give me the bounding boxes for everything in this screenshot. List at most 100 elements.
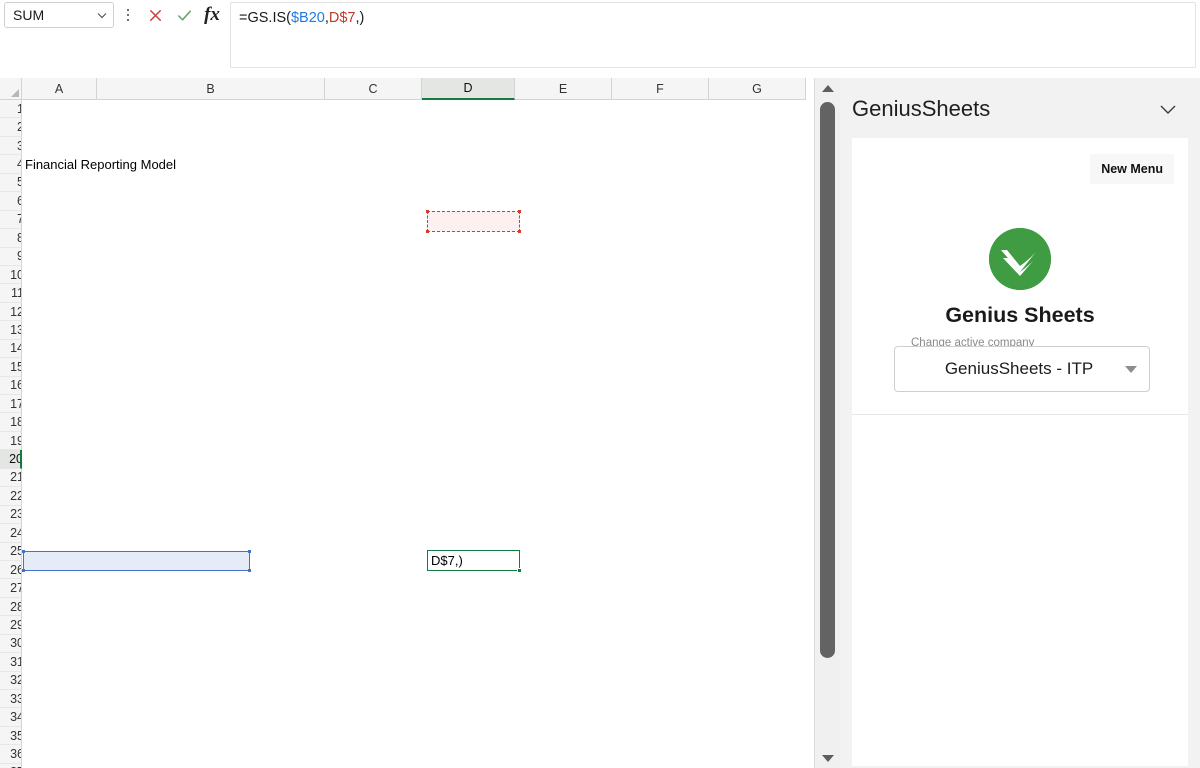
row-header-18[interactable]: 18 <box>0 413 22 431</box>
row-header-4[interactable]: 4 <box>0 155 22 173</box>
cell-F3[interactable] <box>612 137 709 155</box>
row-header-20[interactable]: 20 <box>0 450 22 468</box>
cell-F5[interactable] <box>612 174 709 192</box>
row-header-32[interactable]: 32 <box>0 672 22 690</box>
cell-E2[interactable] <box>515 118 612 136</box>
select-all-corner[interactable] <box>0 78 22 100</box>
cell-G2[interactable] <box>709 118 806 136</box>
cell-E3[interactable] <box>515 137 612 155</box>
chevron-down-icon[interactable] <box>95 8 109 22</box>
cell-G3[interactable] <box>709 137 806 155</box>
row-header-23[interactable]: 23 <box>0 506 22 524</box>
kebab-menu-icon[interactable] <box>120 4 136 26</box>
fill-handle[interactable] <box>517 568 522 573</box>
row-header-6[interactable]: 6 <box>0 192 22 210</box>
cancel-x-icon[interactable] <box>143 3 167 27</box>
cell-A2[interactable] <box>22 118 97 136</box>
row-header-29[interactable]: 29 <box>0 616 22 634</box>
column-header-b[interactable]: B <box>97 78 325 100</box>
chevron-down-icon[interactable] <box>1154 95 1182 123</box>
row-header-5[interactable]: 5 <box>0 174 22 192</box>
row-header-21[interactable]: 21 <box>0 469 22 487</box>
cell-E1[interactable] <box>515 100 612 118</box>
cell-A5[interactable] <box>22 174 97 192</box>
row-header-10[interactable]: 10 <box>0 266 22 284</box>
row-header-27[interactable]: 27 <box>0 579 22 597</box>
row-header-15[interactable]: 15 <box>0 358 22 376</box>
cell-E5[interactable] <box>515 174 612 192</box>
row-header-26[interactable]: 26 <box>0 561 22 579</box>
cell-A4[interactable]: Financial Reporting Model <box>22 155 97 173</box>
row-header-17[interactable]: 17 <box>0 395 22 413</box>
column-header-g[interactable]: G <box>709 78 806 100</box>
row-header-13[interactable]: 13 <box>0 321 22 339</box>
cell-C4[interactable] <box>325 155 422 173</box>
scroll-up-arrow-icon[interactable] <box>815 78 841 98</box>
name-box[interactable]: SUM <box>4 2 114 28</box>
cell-F1[interactable] <box>612 100 709 118</box>
row-header-9[interactable]: 9 <box>0 248 22 266</box>
cell-F2[interactable] <box>612 118 709 136</box>
row-header-22[interactable]: 22 <box>0 487 22 505</box>
cell-G1[interactable] <box>709 100 806 118</box>
cell-A1[interactable] <box>22 100 97 118</box>
scroll-down-arrow-icon[interactable] <box>815 748 841 768</box>
cell-A3[interactable] <box>22 137 97 155</box>
row-header-16[interactable]: 16 <box>0 377 22 395</box>
cell-B3[interactable] <box>97 137 325 155</box>
cell-B5[interactable] <box>97 174 325 192</box>
cell-B4[interactable] <box>97 155 325 173</box>
column-header-a[interactable]: A <box>22 78 97 100</box>
row-header-34[interactable]: 34 <box>0 708 22 726</box>
cell-D3[interactable] <box>422 137 515 155</box>
row-header-36[interactable]: 36 <box>0 745 22 763</box>
row-header-14[interactable]: 14 <box>0 340 22 358</box>
row-header-35[interactable]: 35 <box>0 727 22 745</box>
row-header-24[interactable]: 24 <box>0 524 22 542</box>
dropdown-caret-icon[interactable] <box>1125 366 1137 373</box>
spreadsheet-grid[interactable]: ABCDEFG 12345678910111213141516171819202… <box>0 78 840 768</box>
cell-G4[interactable] <box>709 155 806 173</box>
column-header-c[interactable]: C <box>325 78 422 100</box>
row-header-25[interactable]: 25 <box>0 543 22 561</box>
cell-E4[interactable] <box>515 155 612 173</box>
new-menu-button[interactable]: New Menu <box>1090 154 1174 184</box>
row-header-11[interactable]: 11 <box>0 284 22 302</box>
column-header-e[interactable]: E <box>515 78 612 100</box>
cell-C2[interactable] <box>325 118 422 136</box>
vertical-scrollbar[interactable] <box>814 78 840 768</box>
column-header-f[interactable]: F <box>612 78 709 100</box>
cell-C3[interactable] <box>325 137 422 155</box>
row-header-12[interactable]: 12 <box>0 303 22 321</box>
company-selector[interactable]: GeniusSheets - ITP <box>894 346 1150 392</box>
formula-input[interactable]: =GS.IS($B20,D$7,) <box>230 2 1196 68</box>
cell-D4[interactable] <box>422 155 515 173</box>
cell-G5[interactable] <box>709 174 806 192</box>
cell-B1[interactable] <box>97 100 325 118</box>
row-header-33[interactable]: 33 <box>0 690 22 708</box>
enter-check-icon[interactable] <box>172 3 196 27</box>
row-header-19[interactable]: 19 <box>0 432 22 450</box>
column-header-d[interactable]: D <box>422 78 515 100</box>
cell-D1[interactable] <box>422 100 515 118</box>
cell-F4[interactable] <box>612 155 709 173</box>
row-header-30[interactable]: 30 <box>0 635 22 653</box>
cell-C5[interactable] <box>325 174 422 192</box>
cell-D2[interactable] <box>422 118 515 136</box>
row-header-2[interactable]: 2 <box>0 118 22 136</box>
row-header-3[interactable]: 3 <box>0 137 22 155</box>
row-header-28[interactable]: 28 <box>0 598 22 616</box>
row-header-31[interactable]: 31 <box>0 653 22 671</box>
cell-C1[interactable] <box>325 100 422 118</box>
row-header-37[interactable]: 37 <box>0 764 22 768</box>
cell-D5[interactable] <box>422 174 515 192</box>
insert-function-icon[interactable]: fx <box>200 3 224 27</box>
active-cell-editor[interactable]: D$7,) <box>427 550 520 571</box>
cell-B2[interactable] <box>97 118 325 136</box>
row-header-1[interactable]: 1 <box>0 100 22 118</box>
scrollbar-thumb[interactable] <box>820 102 835 658</box>
row-headers: 1234567891011121314151617181920212223242… <box>0 100 22 768</box>
grid-cells: Financial Reporting Model <box>22 100 812 192</box>
row-header-8[interactable]: 8 <box>0 229 22 247</box>
row-header-7[interactable]: 7 <box>0 211 22 229</box>
